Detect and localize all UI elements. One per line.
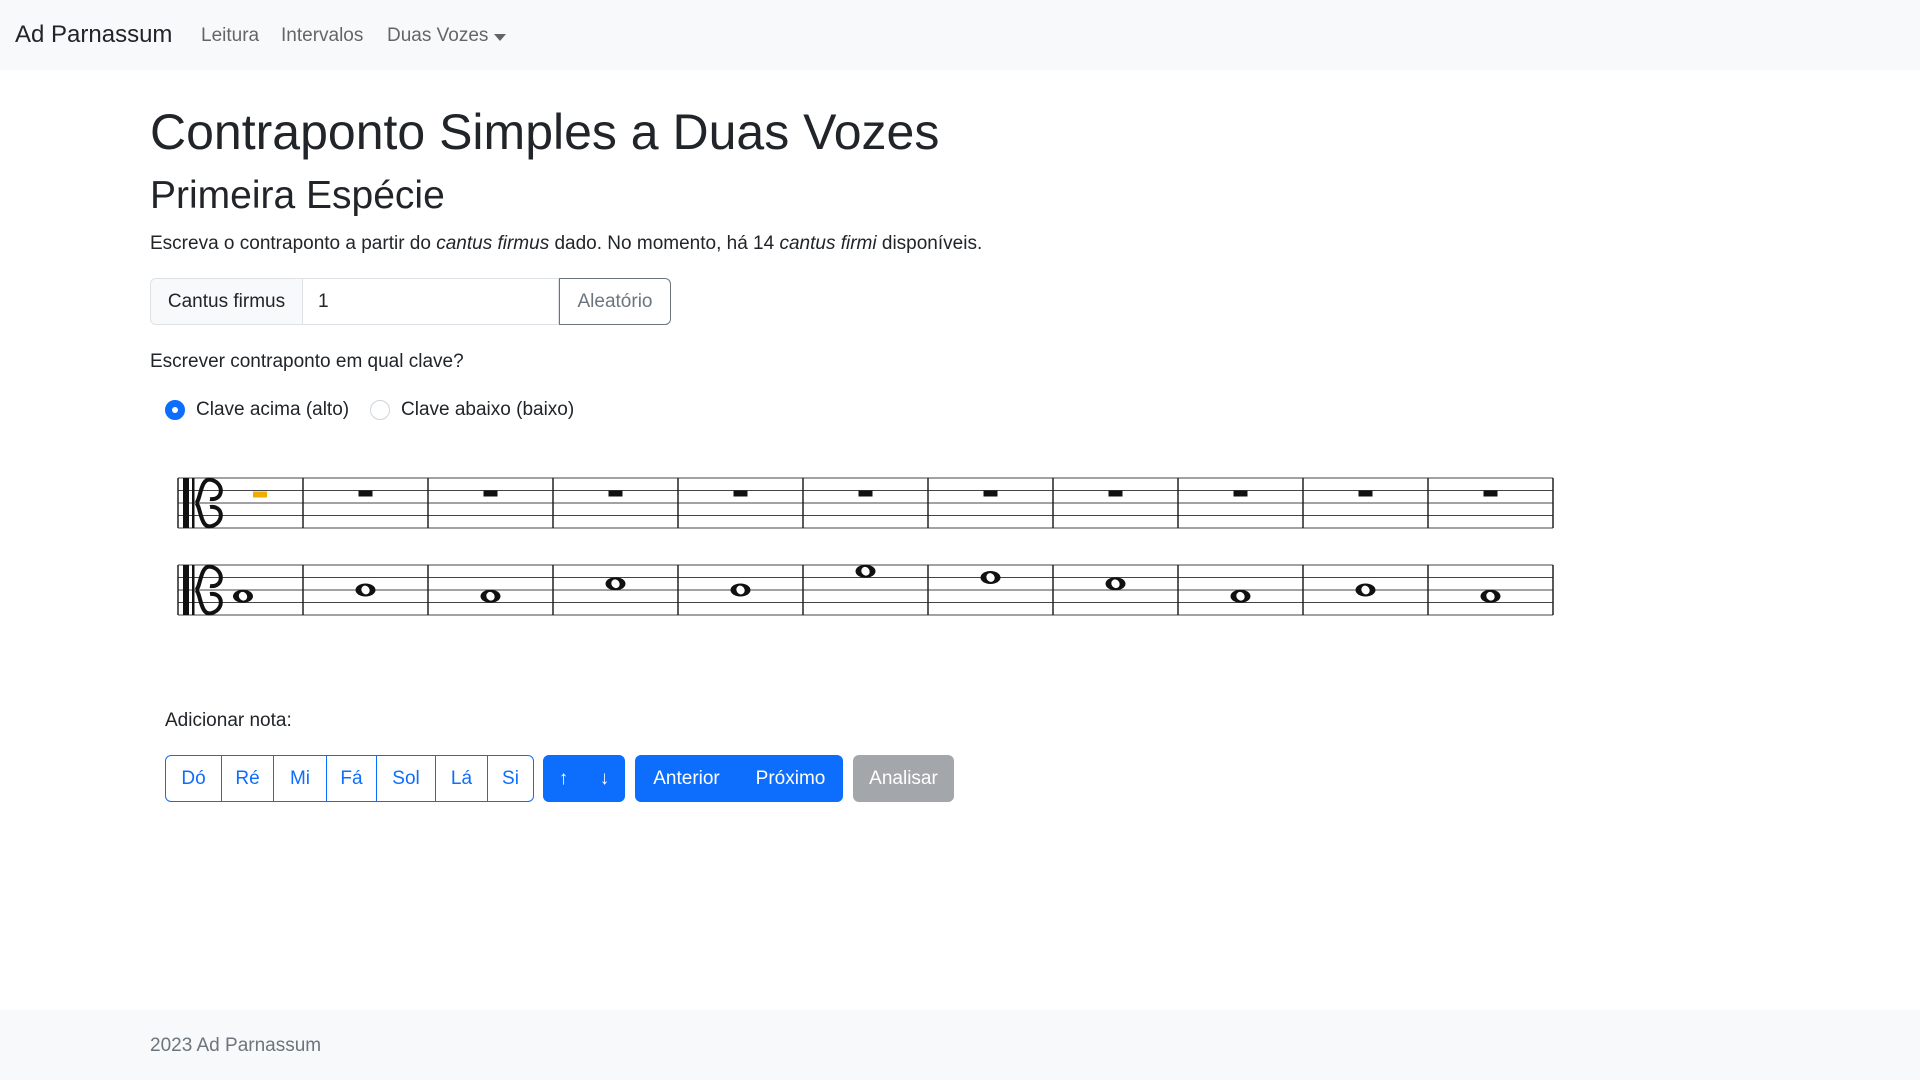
intro-text: Escreva o contraponto a partir do cantus… (150, 232, 982, 256)
footer-text: 2023 Ad Parnassum (150, 1035, 322, 1056)
whole-rest (608, 490, 623, 497)
alto-clef-icon (194, 477, 223, 505)
radio-clef-above[interactable]: Clave acima (alto) (165, 398, 349, 422)
alto-clef-icon (183, 565, 189, 615)
whole-rest (983, 490, 998, 497)
note-button-re[interactable]: Ré (221, 755, 274, 802)
intro-part: Escreva o contraponto a partir do (150, 233, 437, 254)
note-button-sol[interactable]: Sol (376, 755, 436, 802)
whole-rest (358, 490, 373, 497)
whole-rest (858, 490, 873, 497)
whole-rest (1483, 490, 1498, 497)
nav-link-leitura[interactable]: Leitura (201, 24, 259, 48)
note-button-si[interactable]: Si (487, 755, 534, 802)
note-button-mi[interactable]: Mi (273, 755, 327, 802)
add-note-label: Adicionar nota: (165, 710, 292, 731)
whole-rest (483, 490, 498, 497)
intro-emphasis: cantus firmi (779, 233, 877, 254)
nav-link-intervalos[interactable]: Intervalos (281, 24, 363, 48)
intro-part: disponíveis. (876, 233, 983, 254)
radio-clef-below[interactable]: Clave abaixo (baixo) (370, 398, 574, 422)
clef-question: Escrever contraponto em qual clave? (150, 351, 464, 372)
radio-label: Clave acima (alto) (196, 399, 350, 420)
alto-clef-icon (194, 501, 223, 529)
page-title: Contraponto Simples a Duas Vozes (150, 104, 940, 160)
radio-label: Clave abaixo (baixo) (401, 399, 575, 420)
radio-unchecked-icon[interactable] (370, 400, 390, 420)
cantus-firmus-label: Cantus firmus (150, 278, 303, 325)
intro-part: dado. No momento, há 14 (549, 233, 780, 254)
music-score[interactable] (170, 465, 1570, 635)
radio-checked-icon[interactable] (165, 400, 185, 420)
nav-dropdown-label: Duas Vozes (387, 25, 489, 46)
navigation-buttons-group: Anterior Próximo (635, 755, 843, 802)
alto-clef-icon (192, 565, 195, 615)
alto-clef-icon (194, 564, 223, 592)
alto-clef-icon (183, 478, 189, 528)
intro-emphasis: cantus firmus (436, 233, 550, 254)
whole-rest (1108, 490, 1123, 497)
octave-up-button[interactable]: ↑ (543, 755, 584, 802)
alto-clef-icon (194, 588, 223, 616)
alto-clef-icon (192, 478, 195, 528)
whole-rest (1358, 490, 1373, 497)
note-button-do[interactable]: Dó (165, 755, 222, 802)
note-button-fa[interactable]: Fá (326, 755, 377, 802)
analyze-button[interactable]: Analisar (853, 755, 954, 802)
caret-down-icon (494, 33, 507, 41)
page-subtitle: Primeira Espécie (150, 174, 445, 217)
navbar-brand[interactable]: Ad Parnassum (15, 20, 172, 50)
cantus-firmus-input[interactable] (303, 278, 559, 325)
cantus-firmus-group: Cantus firmus Aleatório (150, 278, 671, 325)
input-cursor (253, 491, 267, 498)
next-button[interactable]: Próximo (738, 755, 843, 802)
nav-dropdown-duas-vozes[interactable]: Duas Vozes (387, 24, 507, 48)
footer: 2023 Ad Parnassum (0, 1010, 1920, 1080)
note-buttons-group: Dó Ré Mi Fá Sol Lá Si (165, 755, 534, 802)
octave-down-button[interactable]: ↓ (584, 755, 625, 802)
whole-rest (1233, 490, 1248, 497)
navbar: Ad Parnassum Leitura Intervalos Duas Voz… (0, 0, 1920, 70)
note-button-la[interactable]: Lá (435, 755, 488, 802)
octave-buttons-group: ↑ ↓ (543, 755, 625, 802)
whole-rest (733, 490, 748, 497)
random-button[interactable]: Aleatório (559, 278, 671, 325)
previous-button[interactable]: Anterior (635, 755, 738, 802)
